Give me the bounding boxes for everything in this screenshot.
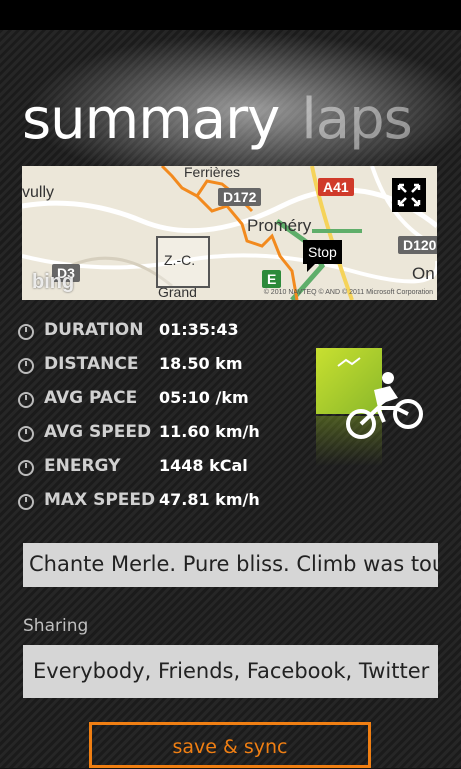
cycling-icon (346, 372, 423, 439)
stat-label: DISTANCE (44, 354, 139, 374)
pivot-header: summary laps (22, 87, 413, 152)
stat-label: MAX SPEED (44, 490, 156, 510)
map-label-promery: Proméry (247, 216, 312, 235)
stat-row-duration: DURATION 01:35:43 (18, 318, 318, 348)
map-label-ferrieres: Ferrières (184, 166, 241, 180)
stat-value: 05:10 /km (159, 388, 249, 407)
stat-value: 1448 kCal (159, 456, 248, 475)
stat-label: AVG SPEED (44, 422, 152, 442)
sharing-label: Sharing (23, 616, 89, 636)
route-map[interactable]: Ferrières vully Proméry Grand On D172 A4… (22, 166, 437, 300)
clock-icon (18, 324, 34, 340)
pivot-tab-summary[interactable]: summary (22, 87, 280, 152)
stop-marker[interactable]: Stop (303, 240, 342, 272)
stat-row-avg-pace: AVG PACE 05:10 /km (18, 386, 318, 416)
save-sync-button[interactable]: save & sync (89, 722, 371, 768)
energy-icon (18, 460, 34, 476)
stat-value: 11.60 km/h (159, 422, 260, 441)
stat-label: ENERGY (44, 456, 121, 476)
map-label-zc: Z.-C. (164, 252, 196, 268)
stat-label: DURATION (44, 320, 144, 340)
pace-icon (18, 392, 34, 408)
note-field[interactable]: Chante Merle. Pure bliss. Climb was toug… (23, 543, 438, 587)
stat-row-energy: ENERGY 1448 kCal (18, 454, 318, 484)
speed-icon (18, 426, 34, 442)
distance-icon (18, 358, 34, 374)
road-badge-e: E (262, 270, 282, 288)
map-label-on: On (412, 264, 435, 283)
stat-row-max-speed: MAX SPEED 47.81 km/h (18, 488, 318, 518)
stat-row-avg-speed: AVG SPEED 11.60 km/h (18, 420, 318, 450)
map-label-vully: vully (22, 184, 55, 201)
stat-label: AVG PACE (44, 388, 138, 408)
stat-value: 47.81 km/h (159, 490, 260, 509)
expand-map-button[interactable] (392, 178, 426, 212)
pivot-tab-laps[interactable]: laps (301, 87, 413, 152)
bing-logo: bing (32, 271, 75, 293)
road-badge-a41: A41 (318, 178, 354, 196)
map-zoom-marker: Z.-C. (156, 236, 210, 288)
map-roads (22, 166, 437, 300)
road-badge-d120: D120 (398, 236, 437, 254)
sharing-field[interactable]: Everybody, Friends, Facebook, Twitter (23, 645, 438, 698)
max-speed-icon (18, 494, 34, 510)
stat-row-distance: DISTANCE 18.50 km (18, 352, 318, 382)
map-copyright: © 2010 NAVTEQ © AND © 2011 Microsoft Cor… (263, 289, 433, 296)
road-badge-d172: D172 (218, 188, 262, 206)
stat-value: 18.50 km (159, 354, 243, 373)
status-bar (0, 0, 461, 30)
fullscreen-icon (397, 183, 421, 207)
stat-value: 01:35:43 (159, 320, 239, 339)
